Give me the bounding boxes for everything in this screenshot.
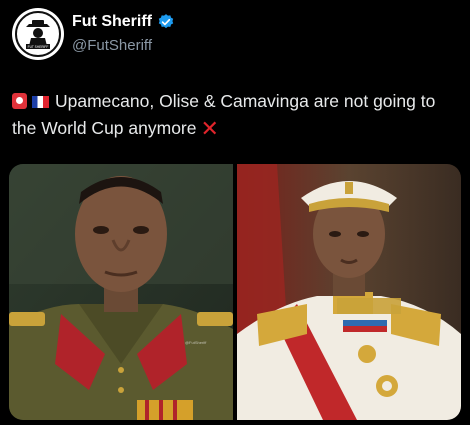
image-watermark: @FutSheriff [185,340,207,345]
media-image-left[interactable]: @FutSheriff [9,164,233,420]
avatar-label: FUT SHERIFF [28,45,49,49]
france-flag-icon [32,96,49,108]
post-header: FUT SHERIFF Fut Sheriff @FutSheriff [12,8,458,64]
red-alert-icon [12,93,27,109]
media-image-right[interactable] [237,164,461,420]
post-text: Upamecano, Olise & Camavinga are not goi… [12,88,462,142]
olive-uniform-portrait-image [9,164,233,420]
white-gold-uniform-portrait-image [237,164,461,420]
post-media[interactable]: @FutSheriff [9,164,461,420]
author-display-name[interactable]: Fut Sheriff [72,13,152,31]
author-handle[interactable]: @FutSheriff [72,37,152,54]
sheriff-logo-icon: FUT SHERIFF [13,9,63,59]
avatar[interactable]: FUT SHERIFF [12,8,64,60]
verified-badge-icon [158,14,174,29]
post-body: Upamecano, Olise & Camavinga are not goi… [12,91,436,138]
red-x-icon: ✕ [200,116,219,141]
